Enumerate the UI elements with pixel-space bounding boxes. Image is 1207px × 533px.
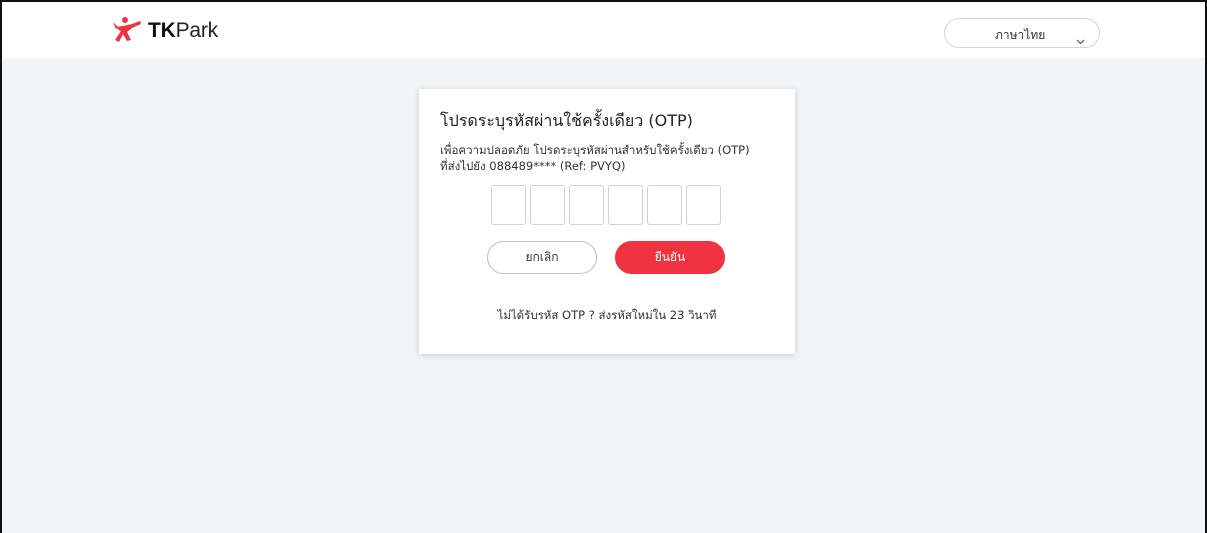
language-select[interactable]: ภาษาไทย <box>944 18 1100 48</box>
otp-dialog-title: โปรดระบุรหัสผ่านใช้ครั้งเดียว (OTP) <box>440 111 693 130</box>
otp-digit-5[interactable] <box>647 185 682 225</box>
resend-otp-countdown: ไม่ได้รับรหัส OTP ? ส่งรหัสใหม่ใน 23 วิน… <box>497 308 717 322</box>
tkpark-logo[interactable]: TKPark <box>110 14 218 48</box>
top-header: TKPark ภาษาไทย <box>2 2 1205 58</box>
cancel-button[interactable]: ยกเลิก <box>487 241 597 274</box>
otp-digit-3[interactable] <box>569 185 604 225</box>
logo-text: TKPark <box>148 19 218 43</box>
otp-dialog: โปรดระบุรหัสผ่านใช้ครั้งเดียว (OTP) เพื่… <box>419 89 795 354</box>
logo-text-regular: Park <box>175 19 219 42</box>
chevron-down-icon <box>1076 30 1085 49</box>
page: TKPark ภาษาไทย โปรดระบุรหัสผ่านใช้ครั้งเ… <box>0 0 1207 533</box>
otp-digit-1[interactable] <box>491 185 526 225</box>
logo-text-bold: TK <box>148 19 176 42</box>
tkpark-logo-icon <box>113 17 141 42</box>
otp-description-line1: เพื่อความปลอดภัย โปรดระบุรหัสผ่านสำหรับใ… <box>440 143 750 157</box>
confirm-button[interactable]: ยืนยัน <box>615 241 725 274</box>
language-selected-label: ภาษาไทย <box>995 28 1046 42</box>
otp-digit-2[interactable] <box>530 185 565 225</box>
otp-digit-6[interactable] <box>686 185 721 225</box>
otp-dialog-description: เพื่อความปลอดภัย โปรดระบุรหัสผ่านสำหรับใ… <box>440 142 790 174</box>
otp-digit-4[interactable] <box>608 185 643 225</box>
otp-input-group <box>491 185 721 225</box>
otp-description-line2: ที่ส่งไปยัง 088489**** (Ref: PVYQ) <box>440 159 626 173</box>
